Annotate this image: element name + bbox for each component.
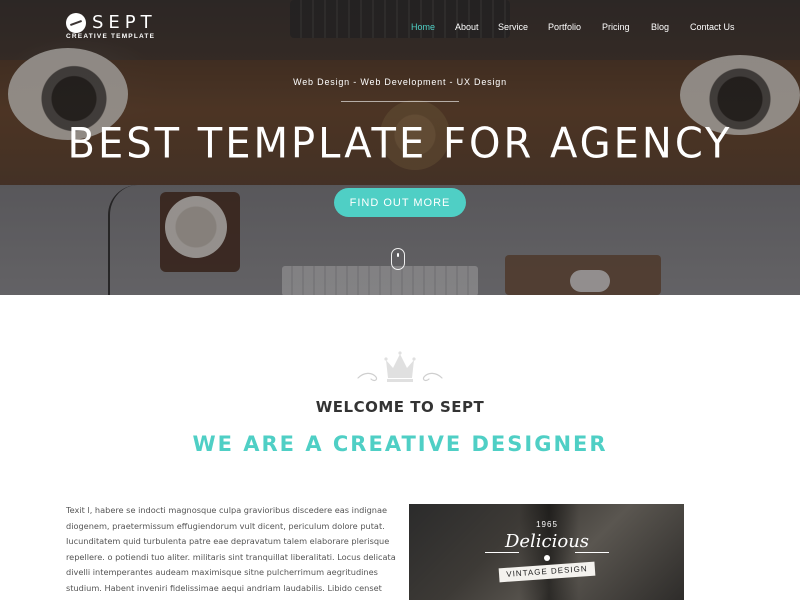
mouse-scroll-icon[interactable] xyxy=(391,248,405,270)
main-nav: Home About Service Portfolio Pricing Blo… xyxy=(0,22,800,36)
welcome-heading: WELCOME TO SEPT xyxy=(315,398,485,416)
nav-item-portfolio[interactable]: Portfolio xyxy=(548,22,581,32)
badge-dot xyxy=(544,555,550,561)
about-headline: WE ARE A CREATIVE DESIGNER xyxy=(192,432,608,456)
nav-item-pricing[interactable]: Pricing xyxy=(602,22,630,32)
vintage-badge: 1965 Delicious VINTAGE DESIGN xyxy=(479,520,615,600)
about-body-text: Texit l, habere se indocti magnosque cul… xyxy=(66,505,396,593)
about-photo: 1965 Delicious VINTAGE DESIGN xyxy=(409,504,684,600)
hero-section: SEPT CREATIVE TEMPLATE Home About Servic… xyxy=(0,0,800,295)
nav-item-blog[interactable]: Blog xyxy=(651,22,669,32)
nav-item-service[interactable]: Service xyxy=(498,22,528,32)
nav-item-home[interactable]: Home xyxy=(411,22,435,32)
hero-title: BEST TEMPLATE FOR AGENCY xyxy=(67,119,733,169)
badge-script: Delicious xyxy=(504,531,590,552)
crown-icon xyxy=(357,351,443,382)
find-out-more-button[interactable]: FIND OUT MORE xyxy=(334,188,466,217)
badge-year: 1965 xyxy=(536,520,558,529)
nav-item-about[interactable]: About xyxy=(455,22,479,32)
hero-tagline: Web Design - Web Development - UX Design xyxy=(293,77,507,87)
badge-ribbon: VINTAGE DESIGN xyxy=(498,561,596,583)
nav-item-contact-us[interactable]: Contact Us xyxy=(690,22,735,32)
hero-tagline-underline xyxy=(341,101,459,102)
